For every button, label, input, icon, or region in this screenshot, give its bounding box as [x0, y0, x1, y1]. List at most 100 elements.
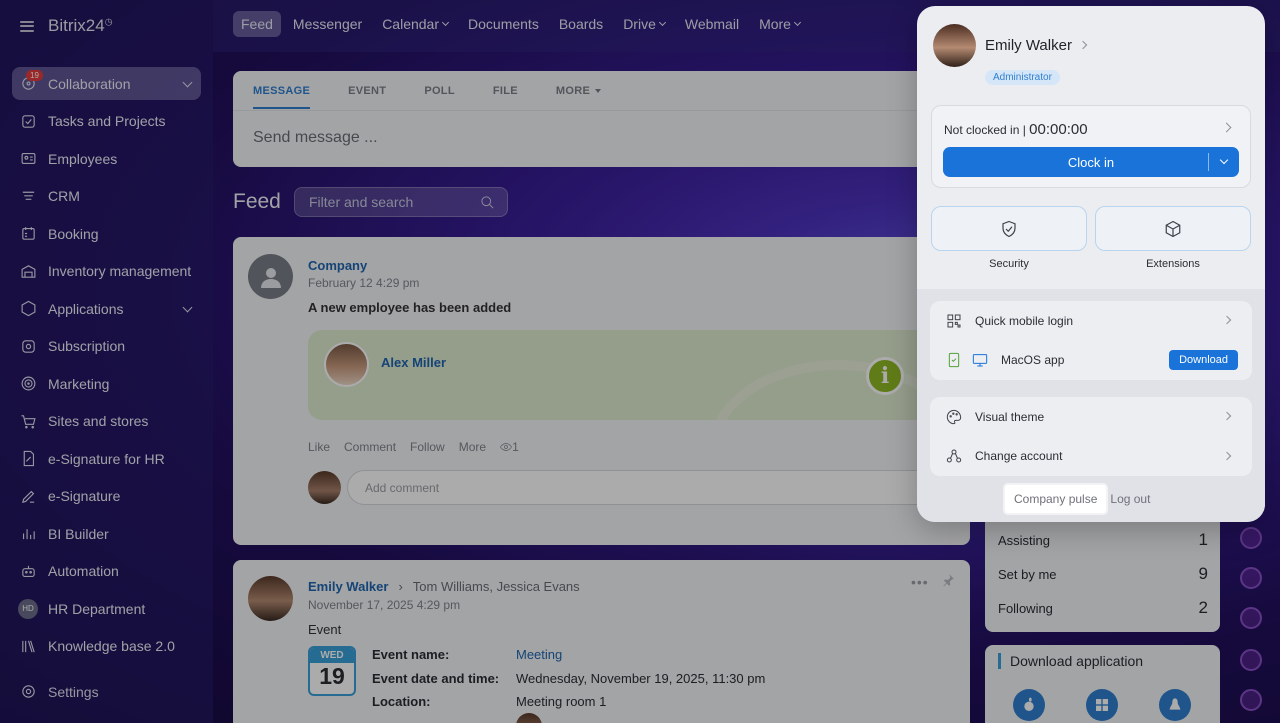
- message-input[interactable]: Send message ...: [233, 111, 970, 165]
- security-tile[interactable]: [931, 206, 1087, 251]
- views-counter[interactable]: 1: [500, 440, 519, 454]
- company-avatar[interactable]: [248, 254, 293, 299]
- post-composer: MESSAGE EVENT POLL FILE MORE Send message ..…: [233, 71, 970, 167]
- sidebar-item-marketing[interactable]: Marketing: [12, 367, 201, 400]
- company-pulse-link[interactable]: Company pulse: [1005, 485, 1107, 513]
- app-icon[interactable]: [1240, 649, 1262, 671]
- profile-avatar[interactable]: [933, 24, 976, 67]
- monitor-icon: [972, 354, 988, 367]
- change-account-row[interactable]: Change account: [930, 437, 1252, 477]
- tab-calendar[interactable]: Calendar: [374, 11, 456, 37]
- more-link[interactable]: More: [459, 440, 486, 454]
- tab-messenger[interactable]: Messenger: [285, 11, 370, 37]
- windows-icon[interactable]: [1086, 689, 1118, 721]
- follow-link[interactable]: Follow: [410, 440, 445, 454]
- sidebar-item-e-signature[interactable]: e-Signature: [12, 480, 201, 513]
- comment-link[interactable]: Comment: [344, 440, 396, 454]
- bi-icon: [20, 525, 37, 542]
- post-recipients[interactable]: Tom Williams, Jessica Evans: [413, 579, 580, 594]
- tab-drive[interactable]: Drive: [615, 11, 673, 37]
- sidebar-item-label: BI Builder: [48, 525, 109, 542]
- apple-icon[interactable]: [1013, 689, 1045, 721]
- top-tabs: Feed Messenger Calendar Documents Boards Driv…: [233, 11, 808, 37]
- profile-name-link[interactable]: Emily Walker: [985, 37, 1088, 54]
- menu-icon[interactable]: [20, 20, 34, 32]
- sidebar-item-booking[interactable]: Booking: [12, 217, 201, 250]
- author-avatar[interactable]: [248, 576, 293, 621]
- sidebar-item-sites-and-stores[interactable]: Sites and stores: [12, 405, 201, 438]
- clock-in-button[interactable]: Clock in: [943, 147, 1239, 177]
- task-count: 2: [1198, 598, 1208, 617]
- quick-mobile-login[interactable]: Quick mobile login: [930, 301, 1252, 341]
- sidebar: Bitrix24◷ Collaboration 19 Tasks and Proje…: [0, 0, 213, 723]
- more-dots-icon[interactable]: •••: [911, 574, 929, 590]
- app-icon[interactable]: [1240, 527, 1262, 549]
- logout-link[interactable]: Log out: [1110, 492, 1150, 506]
- cube-icon: [1165, 220, 1181, 237]
- pin-icon[interactable]: [941, 573, 955, 592]
- employee-name[interactable]: Alex Miller: [381, 355, 446, 370]
- sidebar-item-inventory-management[interactable]: Inventory management: [12, 255, 201, 288]
- sidebar-item-knowledge-base-2-0[interactable]: Knowledge base 2.0: [12, 630, 201, 663]
- add-comment-input[interactable]: Add comment: [347, 470, 970, 505]
- composer-tab-event[interactable]: EVENT: [348, 85, 386, 97]
- download-button[interactable]: Download: [1169, 349, 1238, 370]
- tab-webmail[interactable]: Webmail: [677, 11, 747, 37]
- app-logo[interactable]: Bitrix24◷: [48, 16, 113, 36]
- post-author[interactable]: Emily Walker: [308, 579, 388, 594]
- post-date[interactable]: November 17, 2025 4:29 pm: [308, 598, 460, 612]
- settings-link[interactable]: Settings: [20, 683, 99, 700]
- app-icon[interactable]: [1240, 689, 1262, 711]
- tab-boards[interactable]: Boards: [551, 11, 611, 37]
- sidebar-item-hr-department[interactable]: HD HR Department: [12, 592, 201, 625]
- chevron-down-icon[interactable]: [1219, 155, 1229, 165]
- participant-avatar: [516, 713, 542, 723]
- sidebar-item-bi-builder[interactable]: BI Builder: [12, 517, 201, 550]
- task-row-following[interactable]: Following 2: [998, 598, 1208, 618]
- composer-tab-poll[interactable]: POLL: [424, 85, 455, 97]
- linux-icon[interactable]: [1159, 689, 1191, 721]
- sidebar-item-subscription[interactable]: Subscription: [12, 330, 201, 363]
- cart-icon: [20, 413, 37, 430]
- search-icon[interactable]: [480, 195, 495, 210]
- sidebar-item-tasks-and-projects[interactable]: Tasks and Projects: [12, 105, 201, 138]
- filter-search-input[interactable]: Filter and search: [294, 187, 508, 217]
- chevron-down-icon: [658, 18, 666, 27]
- visual-theme-row[interactable]: Visual theme: [930, 397, 1252, 437]
- sidebar-item-employees[interactable]: Employees: [12, 142, 201, 175]
- post-date[interactable]: February 12 4:29 pm: [308, 276, 419, 290]
- clock-status[interactable]: Not clocked in | 00:00:00: [944, 121, 1088, 138]
- feed-post-event: Emily Walker › Tom Williams, Jessica Eva…: [233, 560, 970, 723]
- employee-avatar[interactable]: [324, 342, 369, 387]
- extensions-tile[interactable]: [1095, 206, 1251, 251]
- sidebar-item-collaboration[interactable]: Collaboration 19: [12, 67, 201, 100]
- chevron-down-icon[interactable]: [182, 302, 193, 313]
- sidebar-item-label: Collaboration: [48, 75, 131, 92]
- sidebar-item-applications[interactable]: Applications: [12, 292, 201, 325]
- composer-tab-message[interactable]: MESSAGE: [253, 85, 311, 109]
- tab-documents[interactable]: Documents: [460, 11, 547, 37]
- sidebar-nav: Collaboration 19 Tasks and Projects Employe…: [12, 67, 201, 667]
- chevron-down-icon[interactable]: [182, 77, 193, 88]
- calendar-day: WED: [310, 648, 354, 663]
- app-icon[interactable]: [1240, 607, 1262, 629]
- post-author[interactable]: Company: [308, 258, 367, 273]
- composer-tab-more[interactable]: MORE: [556, 85, 602, 97]
- tab-more[interactable]: More: [751, 11, 808, 37]
- tab-feed[interactable]: Feed: [233, 11, 281, 37]
- sidebar-item-automation[interactable]: Automation: [12, 555, 201, 588]
- sidebar-item-crm[interactable]: CRM: [12, 180, 201, 213]
- sidebar-item-e-signature-for-hr[interactable]: e-Signature for HR: [12, 442, 201, 475]
- event-field-value[interactable]: Meeting: [516, 647, 562, 662]
- task-row-assisting[interactable]: Assisting 1: [998, 530, 1208, 550]
- like-link[interactable]: Like: [308, 440, 330, 454]
- sidebar-item-label: Employees: [48, 150, 118, 167]
- composer-tab-file[interactable]: FILE: [493, 85, 518, 97]
- app-icon[interactable]: [1240, 567, 1262, 589]
- macos-app-row[interactable]: MacOS app Download: [930, 341, 1252, 381]
- chevron-right-icon[interactable]: [1221, 122, 1232, 133]
- popup-footer: Company pulse Log out: [1005, 485, 1150, 513]
- tasks-icon: [20, 113, 37, 130]
- post-actions: Like Comment Follow More 1: [308, 440, 519, 454]
- task-row-set-by-me[interactable]: Set by me 9: [998, 564, 1208, 584]
